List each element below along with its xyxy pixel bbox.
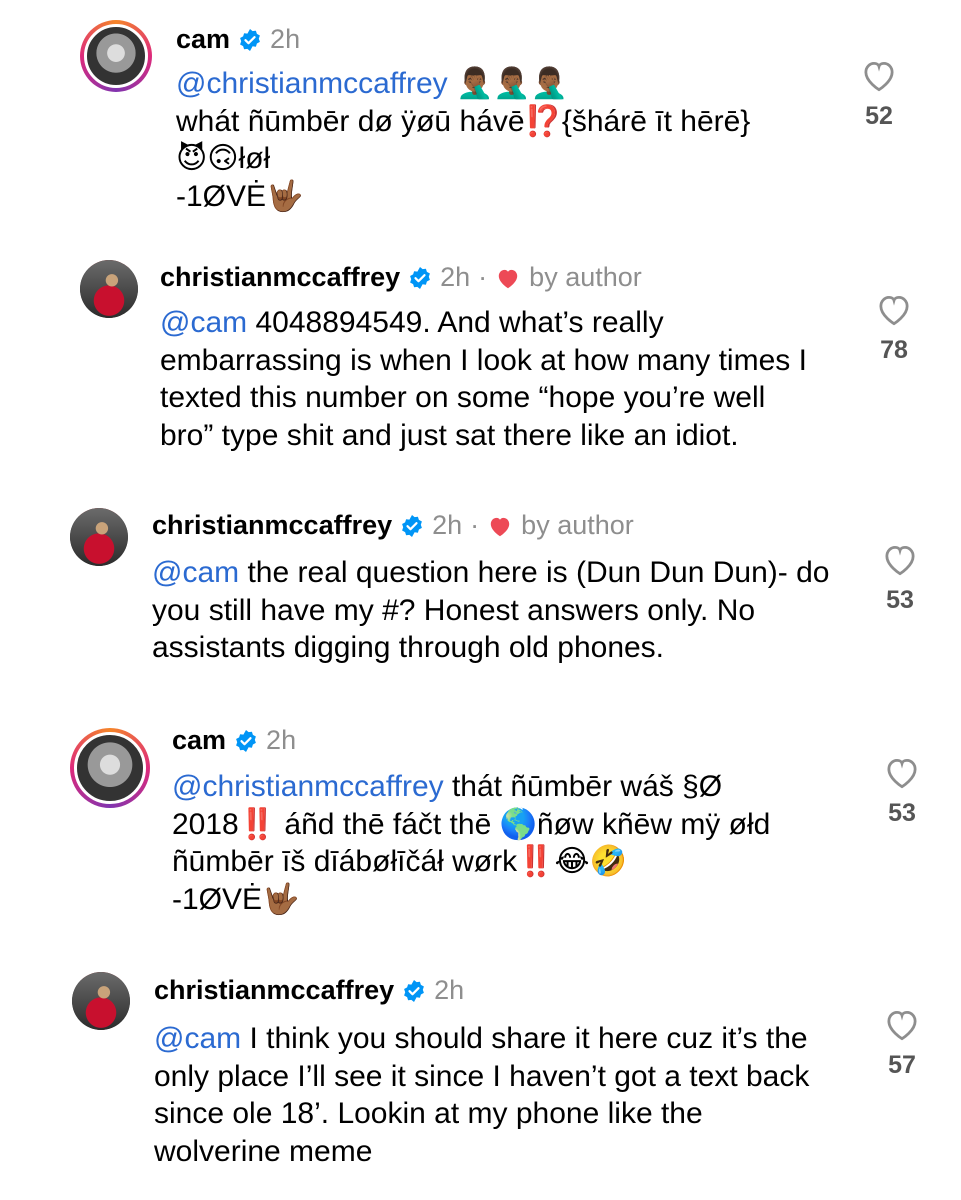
timestamp: 2h [434,975,465,1005]
heart-outline-icon[interactable] [883,755,921,789]
like-control: 78 [864,292,924,365]
comment-header: christianmccaffrey 2h · by author [160,262,642,293]
heart-outline-icon[interactable] [875,292,913,326]
avatar[interactable] [72,972,130,1030]
verified-badge-icon [402,514,423,537]
mention-link[interactable]: @christianmccaffrey [176,67,448,100]
username[interactable]: cam [176,24,230,55]
timestamp: 2h [440,262,471,292]
comment-text: @cam 4048894549. And what’s really embar… [160,306,807,452]
mention-link[interactable]: @cam [160,306,247,339]
comment-text: @cam the real question here is (Dun Dun … [152,556,830,664]
timestamp: 2h [270,24,301,54]
heart-filled-icon [498,269,518,288]
verified-badge-icon [410,266,431,289]
verified-badge-icon [240,28,260,51]
mention-link[interactable]: @cam [152,556,239,589]
username[interactable]: christianmccaffrey [154,975,394,1006]
avatar[interactable] [70,508,128,566]
comment-header: christianmccaffrey 2h [154,975,464,1006]
username[interactable]: cam [172,725,226,756]
heart-outline-icon[interactable] [883,1007,921,1041]
liked-by-author-label: by author [521,510,634,540]
comment-header: cam 2h [172,725,296,756]
liked-by-author-label: by author [529,262,642,292]
mention-link[interactable]: @christianmccaffrey [172,770,444,803]
like-count: 52 [865,102,893,130]
like-control: 53 [872,755,932,828]
username[interactable]: christianmccaffrey [160,262,400,293]
like-control: 52 [849,58,909,131]
verified-badge-icon [236,729,256,752]
like-count: 78 [880,336,908,364]
comment-text: @christianmccaffrey thát ñūmbēr wáš §Ø 2… [172,770,771,916]
like-control: 53 [870,542,930,615]
like-count: 57 [888,1051,916,1079]
like-count: 53 [886,586,914,614]
like-count: 53 [888,799,916,827]
comment-header: cam 2h [176,24,300,55]
like-control: 57 [872,1007,932,1080]
username[interactable]: christianmccaffrey [152,510,392,541]
heart-outline-icon[interactable] [860,58,898,92]
avatar[interactable] [80,260,138,318]
comment-header: christianmccaffrey 2h · by author [152,510,634,541]
separator-dot: · [478,262,488,292]
avatar[interactable] [70,728,150,808]
comment-text: @christianmccaffrey 🤦🏾‍♂️🤦🏾‍♂️🤦🏾‍♂️ whát… [176,67,751,213]
separator-dot: · [470,510,480,540]
avatar[interactable] [80,20,152,92]
timestamp: 2h [266,725,297,755]
comment-text: @cam I think you should share it here cu… [154,1022,810,1168]
mention-link[interactable]: @cam [154,1022,241,1055]
heart-outline-icon[interactable] [881,542,919,576]
heart-filled-icon [490,517,510,536]
verified-badge-icon [404,979,425,1002]
timestamp: 2h [432,510,463,540]
